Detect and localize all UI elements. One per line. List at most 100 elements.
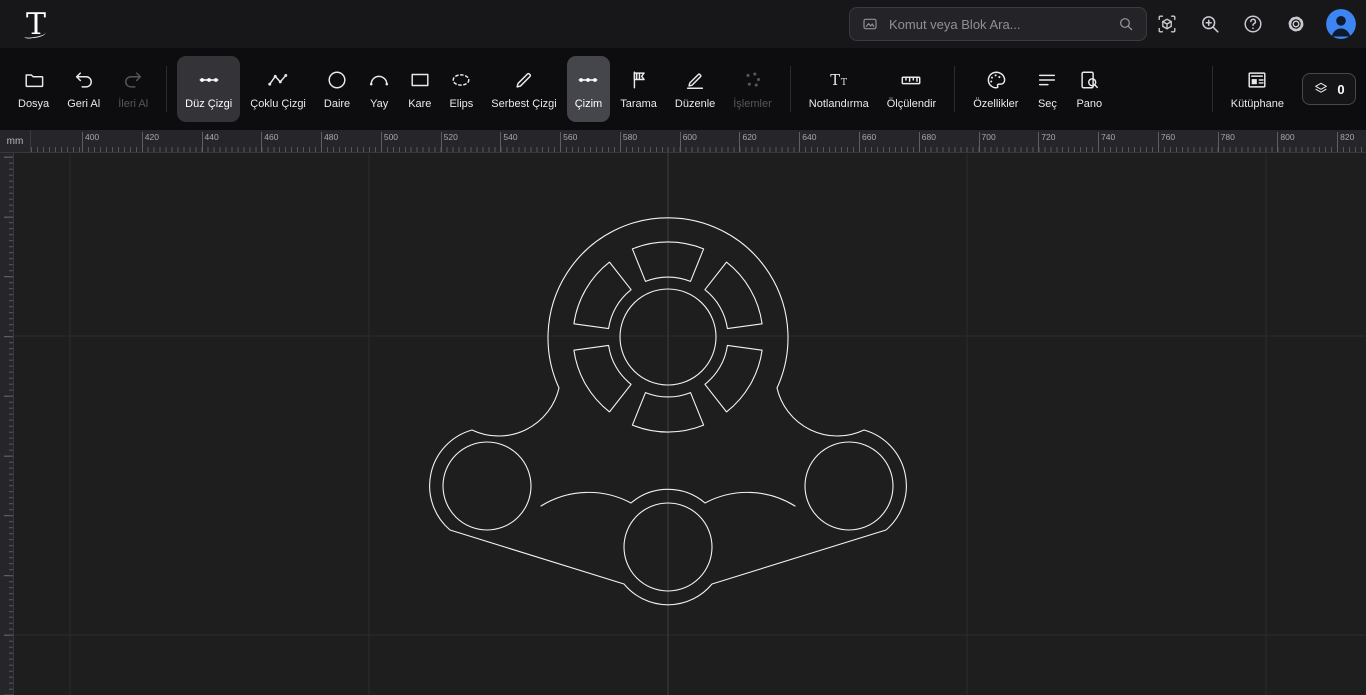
ellipse-icon	[450, 69, 472, 91]
h-ruler-tick-label: 800	[1277, 132, 1294, 152]
app-logo[interactable]: T	[16, 4, 56, 44]
tool-dosya[interactable]: Dosya	[10, 56, 57, 122]
tool-ileri-al[interactable]: İleri Al	[110, 56, 156, 122]
toolbar-separator	[166, 66, 167, 112]
search-input[interactable]	[887, 16, 1109, 33]
spoke-slot[interactable]	[705, 345, 762, 412]
tool-daire[interactable]: Daire	[316, 56, 358, 122]
drawing-canvas[interactable]	[13, 152, 1366, 695]
tool-label: Kütüphane	[1231, 98, 1284, 110]
tool-elips[interactable]: Elips	[441, 56, 481, 122]
h-ruler-tick-label: 540	[500, 132, 517, 152]
select-list-icon	[1036, 69, 1058, 91]
tool-yay[interactable]: Yay	[360, 56, 398, 122]
settings-button[interactable]	[1283, 11, 1309, 37]
help-icon	[1242, 13, 1264, 35]
command-search-box[interactable]	[849, 7, 1147, 41]
h-ruler-tick-label: 500	[381, 132, 398, 152]
palette-icon	[985, 69, 1007, 91]
circle-icon	[326, 69, 348, 91]
h-ruler-tick-label: 520	[441, 132, 458, 152]
tool-label: Çizim	[575, 98, 603, 110]
tool-cizim[interactable]: Çizim	[567, 56, 611, 122]
tool-duzenle[interactable]: Düzenle	[667, 56, 723, 122]
h-ruler-tick-label: 420	[142, 132, 159, 152]
image-command-icon	[862, 16, 878, 32]
zoom-button[interactable]	[1197, 11, 1223, 37]
h-ruler-tick-label: 580	[620, 132, 637, 152]
right-hole-circle[interactable]	[805, 442, 893, 530]
tool-geri-al[interactable]: Geri Al	[59, 56, 108, 122]
tool-olculendir[interactable]: Ölçülendir	[879, 56, 945, 122]
tool-label: Kare	[408, 98, 431, 110]
horizontal-ruler: 4004204404604805005205405605806006206406…	[30, 130, 1366, 153]
toolbar: Dosya Geri Al İleri Al Düz Çizgi Ço	[0, 48, 1366, 130]
tool-label: Geri Al	[67, 98, 100, 110]
spoke-slot[interactable]	[574, 262, 631, 329]
tool-kutuphane[interactable]: Kütüphane	[1223, 56, 1292, 122]
redo-icon	[122, 69, 144, 91]
cube-scan-icon	[1156, 13, 1178, 35]
arc-icon	[368, 69, 390, 91]
clipboard-search-icon	[1078, 69, 1100, 91]
ruler-icon	[900, 69, 922, 91]
folder-icon	[23, 69, 45, 91]
tool-sec[interactable]: Seç	[1028, 56, 1066, 122]
draw-dots-icon	[577, 69, 599, 91]
zoom-in-icon	[1199, 13, 1221, 35]
hatch-flag-icon	[628, 69, 650, 91]
h-ruler-tick-label: 780	[1218, 132, 1235, 152]
tool-notlandirma[interactable]: T T Notlandırma	[801, 56, 877, 122]
tool-islemler[interactable]: İşlemler	[725, 56, 780, 122]
tool-ozellikler[interactable]: Özellikler	[965, 56, 1026, 122]
tool-label: Ölçülendir	[887, 98, 937, 110]
tool-serbest-cizgi[interactable]: Serbest Çizgi	[483, 56, 564, 122]
layers-count: 0	[1337, 82, 1344, 97]
grid-lines	[13, 152, 1366, 695]
pencil-icon	[513, 69, 535, 91]
spoke-slot[interactable]	[705, 262, 762, 329]
vertical-ruler-minor-ticks	[9, 152, 13, 695]
h-ruler-tick-label: 440	[202, 132, 219, 152]
tool-label: İşlemler	[733, 98, 772, 110]
tool-label: Çoklu Çizgi	[250, 98, 306, 110]
svg-text:T: T	[841, 77, 848, 88]
tool-duz-cizgi[interactable]: Düz Çizgi	[177, 56, 240, 122]
tool-label: Tarama	[620, 98, 657, 110]
h-ruler-tick-label: 620	[739, 132, 756, 152]
help-button[interactable]	[1240, 11, 1266, 37]
tool-pano[interactable]: Pano	[1068, 56, 1110, 122]
toolbar-separator	[954, 66, 955, 112]
spoke-slot[interactable]	[574, 345, 631, 412]
tool-label: Serbest Çizgi	[491, 98, 556, 110]
canvas-svg[interactable]	[13, 152, 1366, 695]
h-ruler-tick-label: 820	[1337, 132, 1354, 152]
rectangle-icon	[409, 69, 431, 91]
h-ruler-tick-label: 480	[321, 132, 338, 152]
tool-coklu-cizgi[interactable]: Çoklu Çizgi	[242, 56, 314, 122]
h-ruler-tick-label: 400	[82, 132, 99, 152]
h-ruler-tick-label: 460	[261, 132, 278, 152]
layers-chip[interactable]: 0	[1302, 73, 1356, 105]
edit-pencil-icon	[684, 69, 706, 91]
tool-label: İleri Al	[118, 98, 148, 110]
top-bar: T	[0, 0, 1366, 48]
tool-label: Pano	[1076, 98, 1102, 110]
tool-kare[interactable]: Kare	[400, 56, 439, 122]
tool-label: Daire	[324, 98, 350, 110]
tool-tarama[interactable]: Tarama	[612, 56, 665, 122]
polyline-icon	[267, 69, 289, 91]
h-ruler-tick-label: 680	[919, 132, 936, 152]
tool-label: Seç	[1038, 98, 1057, 110]
left-hole-circle[interactable]	[443, 442, 531, 530]
h-ruler-tick-label: 600	[680, 132, 697, 152]
library-icon	[1246, 69, 1268, 91]
ruler-unit-box: mm	[0, 130, 31, 153]
search-icon	[1118, 16, 1134, 32]
account-avatar[interactable]	[1326, 9, 1356, 39]
view-cube-button[interactable]	[1154, 11, 1180, 37]
gear-icon	[1285, 13, 1307, 35]
toolbar-separator	[1212, 66, 1213, 112]
tool-label: Yay	[370, 98, 388, 110]
tool-label: Notlandırma	[809, 98, 869, 110]
